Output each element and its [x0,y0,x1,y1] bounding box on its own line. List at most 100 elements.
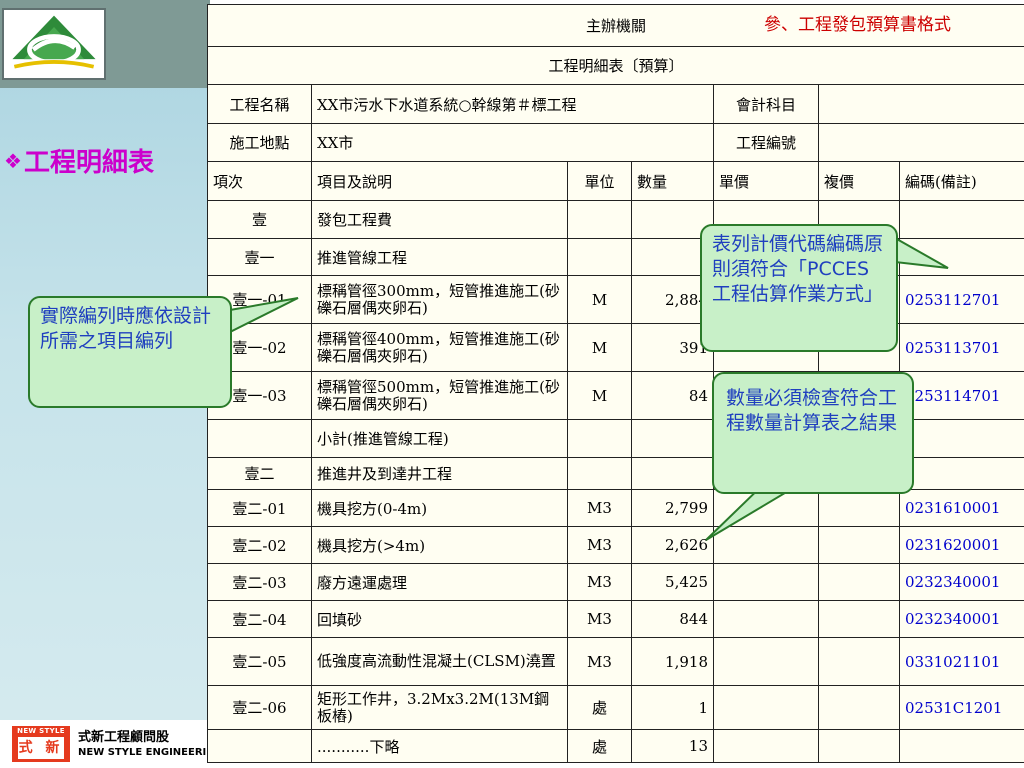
left-callout-text: 實際編列時應依設計所需之項目編列 [40,305,212,352]
logo-bar [0,0,210,88]
qty-cell: 2,799 [631,489,714,527]
qty-cell: 844 [631,600,714,638]
table-row: 壹二-03 廢方遠運處理 M3 5,425 0232340001 [207,563,1024,601]
total-cell [818,563,900,601]
title-row: 工程明細表〔預算〕 [206,46,1024,85]
brand-name-en: NEW STYLE ENGINEERING [78,747,210,758]
qty-cell: 1 [631,685,714,730]
code-cell: 0231620001 [898,526,1024,564]
desc-cell: 推進井及到達井工程 [311,457,568,490]
table-row: 壹二-01 機具挖方(0-4m) M3 2,799 0231610001 [207,489,1024,527]
code-cell [898,419,1024,458]
unit-cell: M [567,371,632,420]
code-cell [898,729,1024,763]
mid-right-callout: 數量必須檢查符合工程數量計算表之結果 [712,372,914,494]
code-cell: 0253112701 [898,275,1024,324]
item-cell: 壹二-03 [207,563,312,601]
desc-cell: 低強度高流動性混凝土(CLSM)澆置 [311,637,568,686]
item-cell [207,729,312,763]
item-cell: 壹二 [207,457,312,490]
code-cell: 0232340001 [898,600,1024,638]
desc-cell: 標稱管徑400mm，短管推進施工(砂礫石層偶夾卵石) [311,323,568,372]
header-row: 項次 項目及說明 單位 數量 單價 複價 編碼(備註) [207,161,1024,201]
agency-label: 主辦機關 [586,17,647,35]
section-title: ❖工程明細表 [4,142,154,179]
unit-cell [567,419,632,458]
unit-cell: 處 [567,729,632,763]
project-no-label: 工程編號 [713,123,819,162]
project-name-label: 工程名稱 [207,84,312,124]
item-cell: 壹二-05 [207,637,312,686]
unit-cell: M3 [567,526,632,564]
site-label: 施工地點 [207,123,312,162]
unit-cell: M [567,323,632,372]
table-row: 壹二-02 機具挖方(>4m) M3 2,626 0231620001 [207,526,1024,564]
unit-cell: M [567,275,632,324]
account-label: 會計科目 [713,84,819,124]
price-cell [713,489,819,527]
qty-cell: 2,626 [631,526,714,564]
code-cell [898,457,1024,490]
brand-name-cn: 式新工程顧問股 [78,730,170,745]
desc-cell: 推進管線工程 [311,238,568,276]
total-cell [818,600,900,638]
code-cell: 02531C1201 [898,685,1024,730]
unit-cell: M3 [567,563,632,601]
code-cell: 0231610001 [898,489,1024,527]
item-cell [207,419,312,458]
unit-cell: 處 [567,685,632,730]
desc-cell: 機具挖方(0-4m) [311,489,568,527]
code-cell: 0253113701 [898,323,1024,372]
document-title: 參、工程發包預算書格式 [764,15,951,35]
unit-cell [567,238,632,276]
qty-cell: 84 [631,371,714,420]
site-value: XX市 [311,123,714,162]
code-cell [898,238,1024,276]
desc-cell: 小計(推進管線工程) [311,419,568,458]
project-no-value [817,123,1024,162]
item-cell: 壹二-06 [207,685,312,730]
mid-right-callout-text: 數量必須檢查符合工程數量計算表之結果 [726,387,898,434]
price-cell [713,563,819,601]
price-cell [713,729,819,763]
unit-cell [567,200,632,239]
qty-cell: 5,425 [631,563,714,601]
table-row: 壹二-04 回填砂 M3 844 0232340001 [207,600,1024,638]
unit-cell: M3 [567,600,632,638]
header-total: 複價 [818,161,900,201]
desc-cell: 標稱管徑300mm，短管推進施工(砂礫石層偶夾卵石) [311,275,568,324]
desc-cell: 矩形工作井，3.2Mx3.2M(13M鋼板樁) [311,685,568,730]
total-cell [818,526,900,564]
price-cell [713,600,819,638]
table-row: 壹二-06 矩形工作井，3.2Mx3.2M(13M鋼板樁) 處 1 02531C1201 [207,685,1024,730]
left-callout: 實際編列時應依設計所需之項目編列 [28,296,232,408]
brand-footer: NEW STYLE 式 新 式新工程顧問股 NEW STYLE ENGINEER… [0,720,210,768]
qty-cell [631,419,714,458]
site-row: 施工地點 XX市 工程編號 [207,123,1024,162]
brand-box-big: 式 新 [18,737,64,759]
total-cell [818,685,900,730]
header-code: 編碼(備註) [898,161,1024,201]
table-row: 壹一-02 標稱管徑400mm，短管推進施工(砂礫石層偶夾卵石) M 391 02531… [207,323,1024,372]
unit-cell: M3 [567,489,632,527]
item-cell: 壹 [207,200,312,239]
item-cell: 壹二-04 [207,600,312,638]
header-qty: 數量 [631,161,714,201]
item-cell: 壹一 [207,238,312,276]
project-name-value: XX市污水下水道系統○幹線第＃標工程 [311,84,714,124]
table-row: 壹一-01 標稱管徑300mm，短管推進施工(砂礫石層偶夾卵石) M 2,884 025… [207,275,1024,324]
company-logo-icon [2,8,106,80]
total-cell [818,637,900,686]
desc-cell: 回填砂 [311,600,568,638]
desc-cell: ...........下略 [311,729,568,763]
code-cell: 0253114701 [898,371,1024,420]
table-row: ...........下略處 13 [207,729,1024,763]
desc-cell: 標稱管徑500mm，短管推進施工(砂礫石層偶夾卵石) [311,371,568,420]
desc-cell: 廢方遠運處理 [311,563,568,601]
qty-cell [631,457,714,490]
item-cell: 壹二-01 [207,489,312,527]
table-row: 壹二-05 低強度高流動性混凝土(CLSM)澆置 M3 1,918 0331021101 [207,637,1024,686]
total-cell [818,729,900,763]
qty-cell: 1,918 [631,637,714,686]
header-item: 項次 [207,161,312,201]
